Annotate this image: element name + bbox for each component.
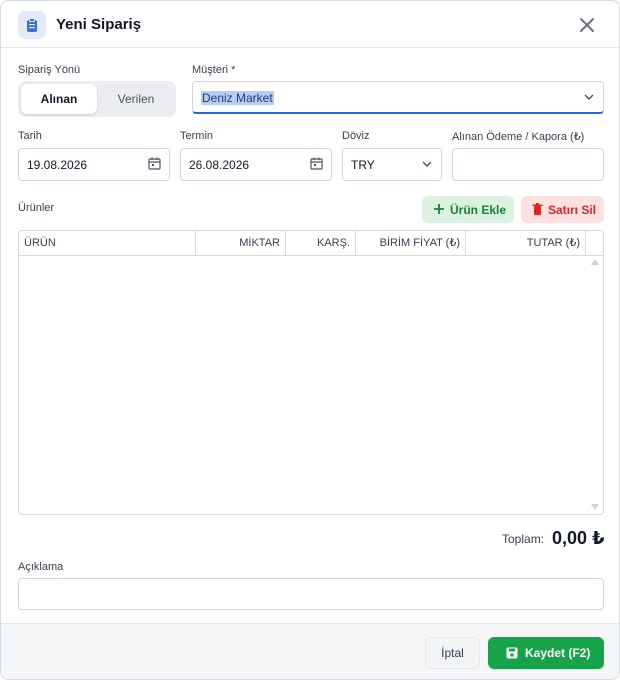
due-value: 26.08.2026 [189,158,250,172]
scroll-down-arrow[interactable] [591,504,599,510]
order-direction-label: Sipariş Yönü [18,64,81,76]
chevron-down-icon [583,91,595,106]
dialog-title: Yeni Sipariş [56,16,142,33]
delete-row-label: Satırı Sil [548,203,597,217]
delete-row-button[interactable]: Satırı Sil [521,196,604,223]
due-label: Termin [180,130,214,142]
table-header: ÜRÜN MİKTAR KARŞ. BİRİM FİYAT (₺) TUTAR … [19,231,603,256]
save-button[interactable]: Kaydet (F2) [488,637,604,669]
column-header-product[interactable]: ÜRÜN [19,231,196,256]
segment-received[interactable]: Alınan [21,84,97,114]
calendar-icon[interactable] [310,157,323,173]
plus-icon [433,203,445,218]
dialog-header: Yeni Sipariş [1,1,619,48]
column-header-unit[interactable]: KARŞ. [286,231,356,256]
currency-value: TRY [351,158,375,172]
new-order-dialog: Yeni Sipariş Sipariş Yönü Alınan Verilen… [0,0,620,680]
customer-value: Deniz Market [201,91,274,105]
dialog-footer: İptal Kaydet (F2) [1,623,619,679]
date-value: 19.08.2026 [27,158,88,172]
note-field[interactable] [18,578,604,610]
scroll-up-arrow[interactable] [591,259,599,265]
order-direction-toggle: Alınan Verilen [18,81,176,117]
products-label: Ürünler [18,202,55,214]
payment-field[interactable] [452,148,604,181]
date-label: Tarih [18,130,42,142]
column-header-total[interactable]: TUTAR (₺) [466,231,586,256]
cancel-button[interactable]: İptal [425,637,480,669]
add-product-button[interactable]: Ürün Ekle [422,196,514,223]
calendar-icon[interactable] [148,157,161,173]
chevron-down-icon [421,158,433,173]
currency-select[interactable]: TRY [342,148,442,181]
products-table: ÜRÜN MİKTAR KARŞ. BİRİM FİYAT (₺) TUTAR … [18,230,604,515]
save-label: Kaydet (F2) [525,646,591,660]
total-label: Toplam: [502,532,545,546]
payment-label: Alınan Ödeme / Kapora (₺) [452,131,585,143]
column-header-unit-price[interactable]: BİRİM FİYAT (₺) [356,231,466,256]
clipboard-icon [18,11,46,39]
date-field[interactable]: 19.08.2026 [18,148,170,181]
add-product-label: Ürün Ekle [450,203,507,217]
customer-label: Müşteri * [192,64,236,76]
trash-icon [532,203,543,218]
close-icon[interactable] [577,15,597,35]
column-header-quantity[interactable]: MİKTAR [196,231,286,256]
segment-given[interactable]: Verilen [98,84,174,114]
customer-select[interactable]: Deniz Market [192,81,604,114]
currency-label: Döviz [342,130,370,142]
total-value: 0,00 ₺ [552,528,605,548]
save-icon [506,647,518,659]
note-label: Açıklama [18,561,64,573]
due-field[interactable]: 26.08.2026 [180,148,332,181]
